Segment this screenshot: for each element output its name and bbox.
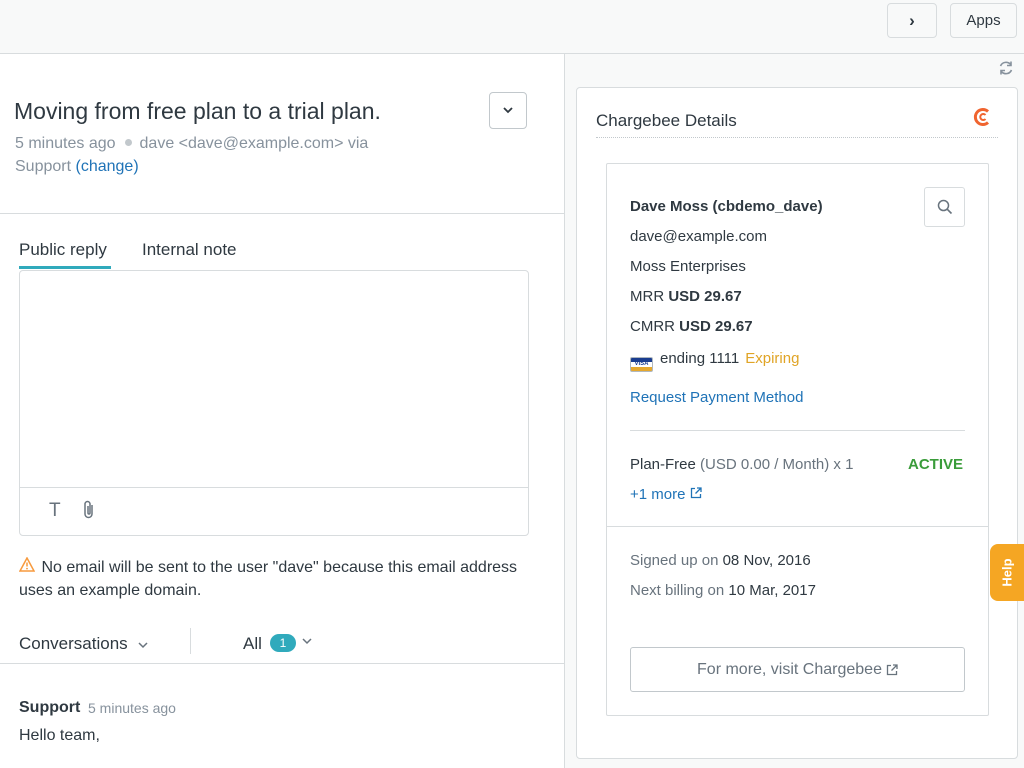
payment-card-row: VISA ending 1111 Expiring	[630, 350, 799, 372]
cmrr-row: CMRR USD 29.67	[630, 318, 753, 335]
chargebee-app-card: Chargebee Details Dave Moss (cbdemo_dave…	[576, 87, 1018, 759]
separator-dot	[124, 139, 132, 147]
request-payment-method-link[interactable]: Request Payment Method	[630, 389, 803, 406]
apps-pane: Chargebee Details Dave Moss (cbdemo_dave…	[565, 54, 1024, 768]
conversation-divider	[0, 663, 565, 664]
conversation-count-badge: 1	[270, 634, 296, 652]
change-channel-link[interactable]: (change)	[76, 158, 139, 175]
cmrr-value: USD 29.67	[679, 318, 753, 335]
customer-name: Dave Moss (cbdemo_dave)	[630, 198, 823, 215]
tab-public-reply[interactable]: Public reply	[19, 240, 107, 260]
customer-divider	[630, 430, 965, 431]
mrr-label: MRR	[630, 288, 665, 305]
top-bar: › Apps	[0, 0, 1024, 54]
next-button[interactable]: ›	[887, 3, 937, 38]
next-billing-row: Next billing on 10 Mar, 2017	[630, 582, 816, 599]
ticket-meta: 5 minutes ago dave <dave@example.com> via…	[15, 132, 435, 178]
message-body: Hello team,	[19, 727, 100, 744]
ticket-pane: Moving from free plan to a trial plan. 5…	[0, 54, 565, 768]
external-link-icon	[886, 663, 898, 675]
visit-chargebee-label: For more, visit Chargebee	[697, 660, 882, 678]
plan-name: Plan-Free	[630, 456, 696, 473]
message-author: Support	[19, 699, 81, 716]
apps-button[interactable]: Apps	[950, 3, 1017, 38]
cmrr-label: CMRR	[630, 318, 675, 335]
external-link-icon	[690, 487, 702, 499]
ticket-requester: dave <dave@example.com> via	[139, 135, 369, 152]
mrr-row: MRR USD 29.67	[630, 288, 742, 305]
active-tab-indicator	[19, 266, 111, 269]
filter-separator	[190, 628, 191, 654]
signed-up-row: Signed up on 08 Nov, 2016	[630, 552, 811, 569]
next-billing-value: 10 Mar, 2017	[728, 582, 816, 599]
help-button[interactable]: Help	[990, 544, 1024, 601]
ticket-channel: Support	[15, 158, 72, 175]
app-title: Chargebee Details	[596, 111, 737, 130]
signed-up-value: 08 Nov, 2016	[722, 552, 811, 569]
more-subscriptions-label: +1 more	[630, 486, 686, 503]
warning-icon	[18, 556, 37, 579]
visa-card-icon: VISA	[630, 357, 653, 372]
subscription-divider	[607, 526, 988, 527]
warning-text: No email will be sent to the user "dave"…	[19, 559, 518, 599]
card-expiring-status: Expiring	[745, 350, 800, 367]
chevron-down-icon	[503, 107, 513, 114]
signed-up-label: Signed up on	[630, 552, 719, 569]
visit-chargebee-button[interactable]: For more, visit Chargebee	[630, 647, 965, 692]
plan-row: Plan-Free (USD 0.00 / Month) x 1	[630, 456, 853, 473]
filter-chevron-down-icon[interactable]	[302, 634, 312, 648]
card-ending: ending 1111	[660, 350, 740, 367]
ticket-subject: Moving from free plan to a trial plan.	[14, 98, 381, 124]
customer-card: Dave Moss (cbdemo_dave) dave@example.com…	[606, 163, 989, 716]
ticket-options-button[interactable]	[489, 92, 527, 129]
help-label: Help	[999, 558, 1015, 587]
customer-email: dave@example.com	[630, 228, 767, 245]
reply-input[interactable]	[20, 271, 528, 487]
mrr-value: USD 29.67	[668, 288, 742, 305]
customer-company: Moss Enterprises	[630, 258, 746, 275]
search-icon	[937, 199, 952, 215]
title-divider	[596, 137, 998, 138]
attachment-icon[interactable]	[82, 500, 96, 526]
chargebee-logo-icon	[971, 106, 993, 133]
example-domain-warning: No email will be sent to the user "dave"…	[18, 556, 519, 602]
search-customer-button[interactable]	[924, 187, 965, 227]
filter-all-label[interactable]: All	[243, 634, 262, 654]
plan-detail: (USD 0.00 / Month) x 1	[700, 456, 854, 473]
chevron-down-icon	[138, 642, 148, 649]
conversations-label: Conversations	[19, 634, 128, 653]
refresh-icon[interactable]	[998, 60, 1014, 81]
editor-toolbar: T	[20, 487, 528, 535]
subscription-status-badge: ACTIVE	[908, 456, 964, 473]
tab-internal-note[interactable]: Internal note	[142, 240, 237, 260]
more-subscriptions-link[interactable]: +1 more	[630, 486, 702, 503]
message-time: 5 minutes ago	[88, 700, 176, 716]
reply-editor: T	[19, 270, 529, 536]
ticket-time: 5 minutes ago	[15, 135, 116, 152]
text-format-icon[interactable]: T	[49, 500, 61, 522]
next-billing-label: Next billing on	[630, 582, 725, 599]
chevron-right-icon: ›	[909, 10, 915, 30]
conversations-dropdown[interactable]: Conversations	[19, 634, 148, 654]
header-divider	[0, 213, 565, 214]
